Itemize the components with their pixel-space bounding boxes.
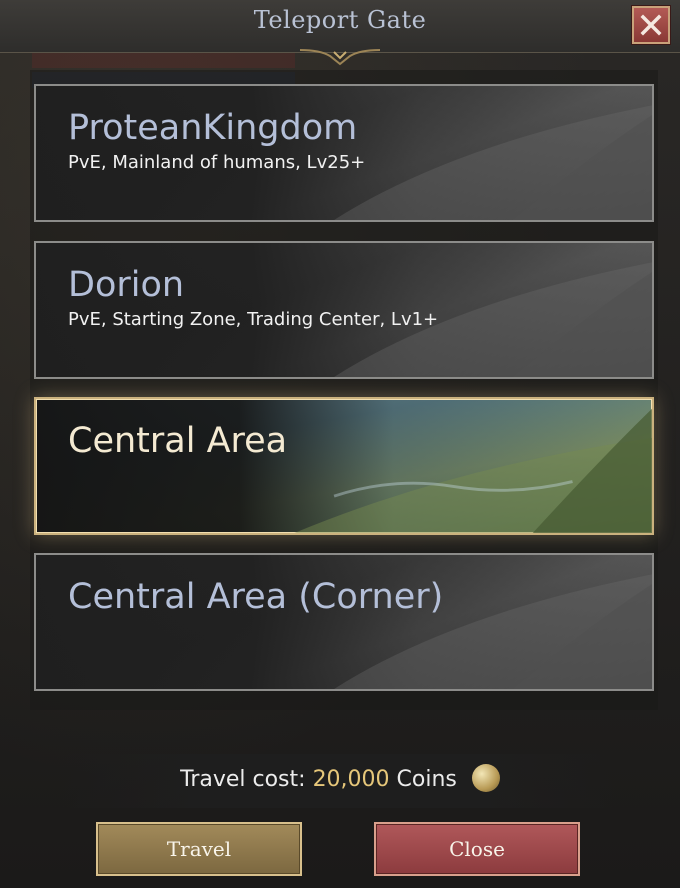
destination-description: PvE, Mainland of humans, Lv25+ (68, 152, 366, 173)
destination-card-central-area[interactable]: Central Area (34, 397, 654, 535)
coin-icon (471, 764, 500, 792)
landscape-image (334, 574, 652, 689)
destination-name: Central Area (Corner) (68, 577, 444, 617)
travel-button[interactable]: Travel (96, 822, 302, 876)
travel-cost-label: Travel cost: (180, 767, 306, 792)
window-title: Teleport Gate (253, 6, 427, 34)
destination-description: PvE, Starting Zone, Trading Center, Lv1+ (68, 309, 439, 330)
background-health-bar (32, 52, 295, 68)
landscape-image (294, 408, 652, 533)
travel-cost-unit: Coins (396, 767, 457, 792)
destination-name: Dorion (68, 265, 185, 305)
close-icon[interactable] (632, 6, 670, 44)
close-button[interactable]: Close (374, 822, 580, 876)
travel-cost: Travel cost: 20,000 Coins (0, 764, 680, 792)
destination-card-dorion[interactable]: Dorion PvE, Starting Zone, Trading Cente… (34, 241, 654, 379)
destination-name: ProteanKingdom (68, 108, 358, 148)
destination-card-central-area-corner[interactable]: Central Area (Corner) (34, 553, 654, 691)
title-ornament-icon (300, 49, 380, 66)
destination-name: Central Area (68, 421, 288, 461)
destination-card-proteankingdom[interactable]: ProteanKingdom PvE, Mainland of humans, … (34, 84, 654, 222)
travel-cost-amount: 20,000 (312, 767, 390, 792)
